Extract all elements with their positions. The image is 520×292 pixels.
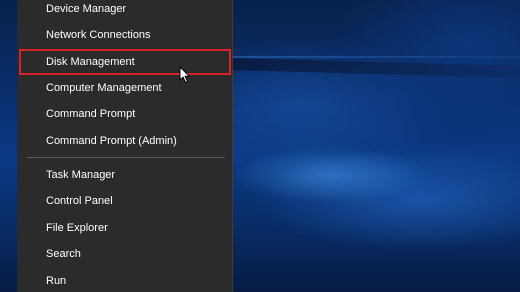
- menu-item-network-connections[interactable]: Network Connections: [19, 23, 231, 49]
- wallpaper-light-ray: [233, 56, 520, 58]
- winx-context-menu: Device Manager Network Connections Disk …: [17, 0, 233, 292]
- wallpaper-dark-band: [233, 58, 520, 78]
- menu-item-run[interactable]: Run: [19, 269, 231, 292]
- arrow-pointer-icon: [179, 66, 190, 83]
- menu-item-command-prompt[interactable]: Command Prompt: [19, 102, 231, 128]
- menu-item-task-manager[interactable]: Task Manager: [19, 163, 231, 189]
- menu-item-command-prompt-admin[interactable]: Command Prompt (Admin): [19, 129, 231, 155]
- menu-item-control-panel[interactable]: Control Panel: [19, 189, 231, 215]
- menu-separator: [27, 157, 225, 158]
- menu-item-computer-management[interactable]: Computer Management: [19, 76, 231, 102]
- menu-item-device-manager[interactable]: Device Manager: [19, 0, 231, 23]
- menu-item-disk-management[interactable]: Disk Management: [19, 49, 231, 75]
- menu-item-file-explorer[interactable]: File Explorer: [19, 216, 231, 242]
- menu-item-search[interactable]: Search: [19, 242, 231, 268]
